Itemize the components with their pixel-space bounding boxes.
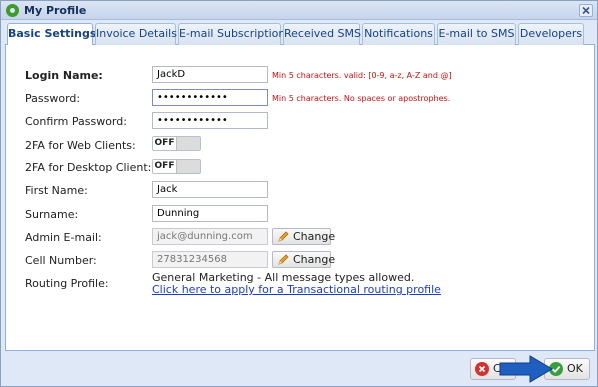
admin-email-input: jack@dunning.com <box>152 228 268 245</box>
window-title: My Profile <box>24 4 87 17</box>
twofa-desktop-label: 2FA for Desktop Client: <box>25 161 152 174</box>
tab-notifications[interactable]: Notifications <box>362 23 435 45</box>
admin-email-label: Admin E-mail: <box>25 231 102 244</box>
tab-basic-settings[interactable]: Basic Settings <box>7 23 96 46</box>
first-name-input[interactable]: Jack <box>152 181 268 198</box>
change-cell-button[interactable]: Change <box>272 251 335 268</box>
surname-input[interactable]: Dunning <box>152 205 268 222</box>
confirm-password-label: Confirm Password: <box>25 115 127 128</box>
password-input[interactable]: •••••••••••• <box>152 89 268 106</box>
tab-invoice-details[interactable]: Invoice Details <box>95 23 177 45</box>
login-name-hint: Min 5 characters. valid: [0-9, a-z, A-Z … <box>272 71 452 80</box>
login-name-input[interactable]: JackD <box>152 66 268 83</box>
cell-number-input: 27831234568 <box>152 251 268 268</box>
tab-strip: Basic Settings Invoice Details E-mail Su… <box>5 21 595 46</box>
tab-developers[interactable]: Developers <box>518 23 584 45</box>
cell-number-label: Cell Number: <box>25 254 97 267</box>
arrow-icon <box>499 355 553 383</box>
ok-label: OK <box>567 362 583 375</box>
gear-icon <box>6 4 19 17</box>
twofa-web-state: OFF <box>153 137 177 150</box>
tab-received-sms[interactable]: Received SMS <box>283 23 361 45</box>
confirm-password-input[interactable]: •••••••••••• <box>152 112 268 129</box>
routing-profile-label: Routing Profile: <box>25 277 109 290</box>
profile-window: My Profile Basic Settings Invoice Detail… <box>0 0 598 387</box>
basic-settings-panel: Login Name: JackD Min 5 characters. vali… <box>5 45 595 351</box>
twofa-desktop-toggle[interactable]: OFF <box>152 159 201 174</box>
cancel-icon <box>475 362 489 376</box>
pencil-icon <box>278 231 289 242</box>
change-email-label: Change <box>293 230 336 243</box>
first-name-label: First Name: <box>25 184 88 197</box>
change-cell-label: Change <box>293 253 336 266</box>
twofa-web-label: 2FA for Web Clients: <box>25 139 136 152</box>
twofa-web-toggle[interactable]: OFF <box>152 136 201 151</box>
tab-email-to-sms[interactable]: E-mail to SMS <box>437 23 516 45</box>
login-name-label: Login Name: <box>25 69 103 82</box>
tab-email-subscription[interactable]: E-mail Subscription <box>178 23 285 45</box>
close-button[interactable] <box>579 4 593 17</box>
close-icon <box>582 6 590 15</box>
password-label: Password: <box>25 92 81 105</box>
change-email-button[interactable]: Change <box>272 228 335 245</box>
surname-label: Surname: <box>25 208 79 221</box>
routing-profile-link[interactable]: Click here to apply for a Transactional … <box>152 283 441 296</box>
pencil-icon <box>278 254 289 265</box>
password-hint: Min 5 characters. No spaces or apostroph… <box>272 94 451 103</box>
title-bar: My Profile <box>1 1 597 20</box>
twofa-desktop-state: OFF <box>153 160 177 173</box>
